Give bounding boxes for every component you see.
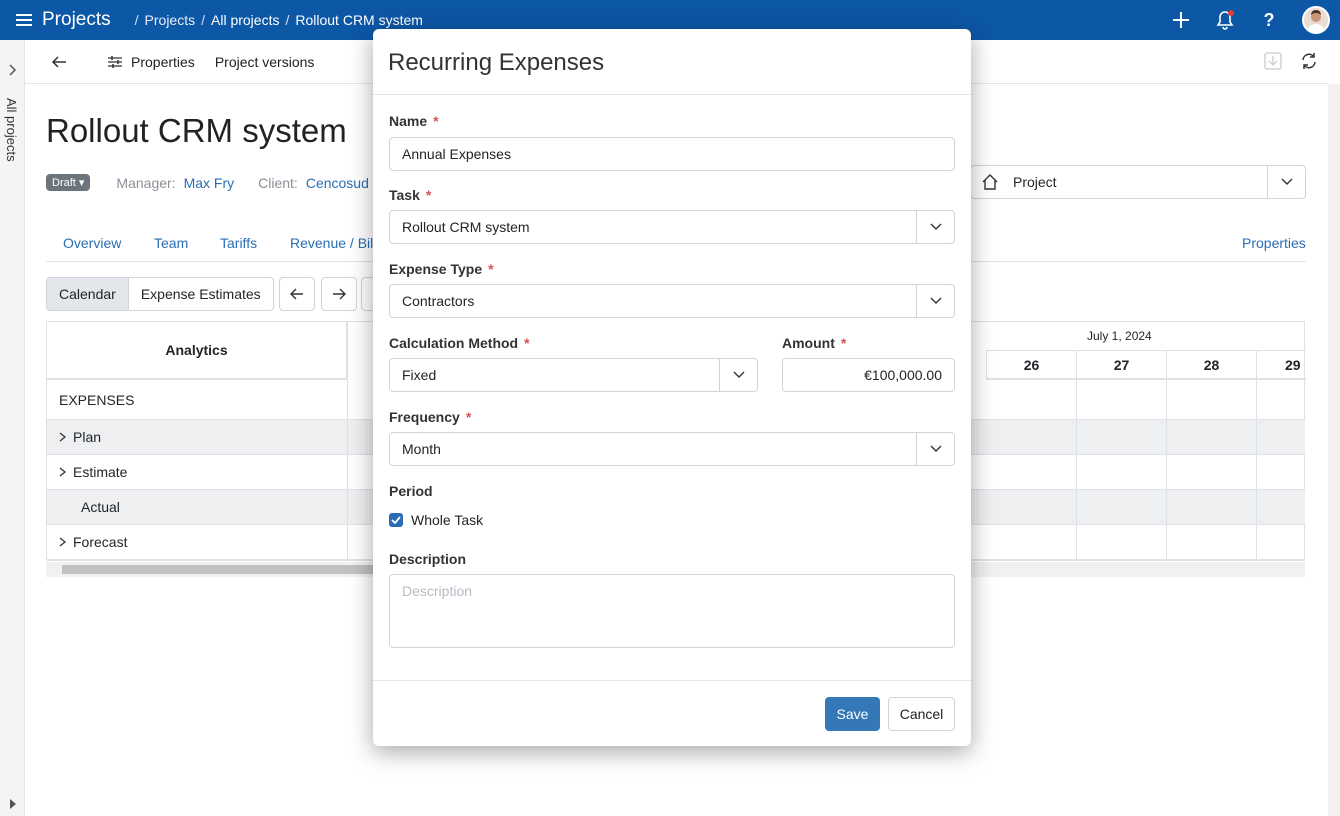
task-select-value: Rollout CRM system bbox=[402, 219, 530, 235]
chevron-down-icon[interactable] bbox=[1267, 166, 1305, 198]
chevron-down-icon[interactable] bbox=[916, 211, 954, 243]
page-title: Rollout CRM system bbox=[46, 112, 347, 149]
avatar[interactable] bbox=[1302, 6, 1330, 34]
name-field[interactable]: Annual Expenses bbox=[389, 137, 955, 171]
back-arrow-icon[interactable] bbox=[51, 55, 69, 69]
project-selector-label: Project bbox=[1013, 174, 1057, 190]
row-label-plan[interactable]: Plan bbox=[59, 429, 101, 445]
day-header: 28 bbox=[1166, 350, 1256, 380]
expense-estimates-toggle[interactable]: Expense Estimates bbox=[129, 278, 273, 310]
calculation-method-value: Fixed bbox=[402, 367, 437, 383]
chevron-right-icon bbox=[59, 467, 67, 477]
task-label: Task * bbox=[389, 187, 432, 203]
chevron-right-icon bbox=[59, 432, 67, 442]
save-button[interactable]: Save bbox=[825, 697, 880, 731]
calendar-toggle[interactable]: Calendar bbox=[47, 278, 129, 310]
frequency-value: Month bbox=[402, 441, 441, 457]
description-label: Description bbox=[389, 551, 467, 567]
expense-type-label: Expense Type * bbox=[389, 261, 494, 277]
frequency-label: Frequency * bbox=[389, 409, 472, 425]
prev-period-button[interactable] bbox=[279, 277, 315, 311]
status-badge[interactable]: Draft ▾ bbox=[46, 174, 91, 191]
calculation-method-label: Calculation Method * bbox=[389, 335, 530, 351]
chevron-down-icon[interactable] bbox=[719, 359, 757, 391]
amount-field[interactable]: €100,000.00 bbox=[782, 358, 955, 392]
bell-icon[interactable] bbox=[1214, 9, 1236, 31]
breadcrumb: / Projects / All projects / Rollout CRM … bbox=[134, 12, 423, 28]
amount-label: Amount * bbox=[782, 335, 847, 351]
tab-revenue[interactable]: Revenue / Bill bbox=[290, 235, 376, 251]
expense-type-value: Contractors bbox=[402, 293, 475, 309]
row-label-actual: Actual bbox=[81, 499, 120, 515]
dialog-title: Recurring Expenses bbox=[373, 29, 971, 95]
row-label-forecast[interactable]: Forecast bbox=[59, 534, 127, 550]
period-control[interactable] bbox=[361, 277, 373, 311]
hamburger-menu-icon[interactable] bbox=[16, 14, 32, 26]
chevron-right-icon[interactable] bbox=[8, 64, 18, 76]
sliders-icon bbox=[108, 55, 122, 68]
breadcrumb-current: Rollout CRM system bbox=[295, 12, 423, 28]
all-projects-rail-label[interactable]: All projects bbox=[4, 98, 19, 162]
home-icon bbox=[982, 174, 998, 190]
tab-properties[interactable]: Properties bbox=[1242, 235, 1306, 251]
arrow-left-icon bbox=[290, 288, 303, 300]
day-column-divider bbox=[1076, 380, 1166, 560]
calculation-method-select[interactable]: Fixed bbox=[389, 358, 758, 392]
tab-overview[interactable]: Overview bbox=[63, 235, 121, 251]
expand-arrow-icon[interactable] bbox=[9, 798, 17, 810]
download-icon[interactable] bbox=[1264, 52, 1282, 70]
chevron-right-icon bbox=[59, 537, 67, 547]
tab-tariffs[interactable]: Tariffs bbox=[220, 235, 257, 251]
help-icon[interactable]: ? bbox=[1258, 9, 1280, 31]
expenses-section-label: EXPENSES bbox=[59, 392, 135, 408]
chevron-down-icon[interactable] bbox=[916, 285, 954, 317]
left-rail: All projects bbox=[0, 40, 25, 816]
period-label: Period bbox=[389, 483, 433, 499]
next-period-button[interactable] bbox=[321, 277, 357, 311]
refresh-icon[interactable] bbox=[1300, 52, 1318, 70]
analytics-header: Analytics bbox=[47, 322, 347, 380]
description-textarea[interactable]: Description bbox=[389, 574, 955, 648]
month-label: July 1, 2024 bbox=[1087, 329, 1152, 343]
whole-task-checkbox[interactable]: Whole Task bbox=[389, 512, 483, 528]
checkmark-icon[interactable] bbox=[389, 513, 403, 527]
properties-label: Properties bbox=[131, 53, 195, 70]
properties-button[interactable]: Properties bbox=[107, 54, 195, 70]
cancel-button[interactable]: Cancel bbox=[888, 697, 955, 731]
project-versions-button[interactable]: Project versions bbox=[215, 54, 315, 70]
chevron-down-icon[interactable] bbox=[916, 433, 954, 465]
scrollbar-thumb[interactable] bbox=[62, 565, 392, 574]
breadcrumb-all-projects[interactable]: All projects bbox=[211, 12, 279, 28]
plus-icon[interactable] bbox=[1170, 9, 1192, 31]
day-header: 26 bbox=[986, 350, 1076, 380]
expense-type-select[interactable]: Contractors bbox=[389, 284, 955, 318]
project-meta: Draft ▾ Manager: Max Fry Client: Cencosu… bbox=[46, 174, 382, 191]
dialog-footer: Save Cancel bbox=[373, 680, 971, 746]
client-label: Client: bbox=[258, 174, 298, 191]
project-selector[interactable]: Project bbox=[970, 165, 1306, 199]
day-header: 27 bbox=[1076, 350, 1166, 380]
day-column-divider bbox=[1166, 380, 1256, 560]
task-select[interactable]: Rollout CRM system bbox=[389, 210, 955, 244]
manager-link[interactable]: Max Fry bbox=[184, 175, 235, 191]
view-toggle: Calendar Expense Estimates bbox=[46, 277, 274, 311]
frequency-select[interactable]: Month bbox=[389, 432, 955, 466]
tab-team[interactable]: Team bbox=[154, 235, 188, 251]
manager-label: Manager: bbox=[116, 174, 176, 191]
row-label-estimate[interactable]: Estimate bbox=[59, 464, 127, 480]
breadcrumb-projects[interactable]: Projects bbox=[145, 12, 196, 28]
arrow-right-icon bbox=[333, 288, 346, 300]
day-header: 29 bbox=[1256, 350, 1306, 380]
recurring-expenses-dialog: Recurring Expenses Name * Annual Expenses… bbox=[373, 29, 971, 746]
app-title[interactable]: Projects bbox=[42, 9, 111, 31]
name-label: Name * bbox=[389, 113, 439, 129]
client-link[interactable]: Cencosud S bbox=[306, 175, 382, 191]
vertical-scrollbar[interactable] bbox=[1328, 84, 1340, 816]
whole-task-label: Whole Task bbox=[411, 512, 484, 528]
